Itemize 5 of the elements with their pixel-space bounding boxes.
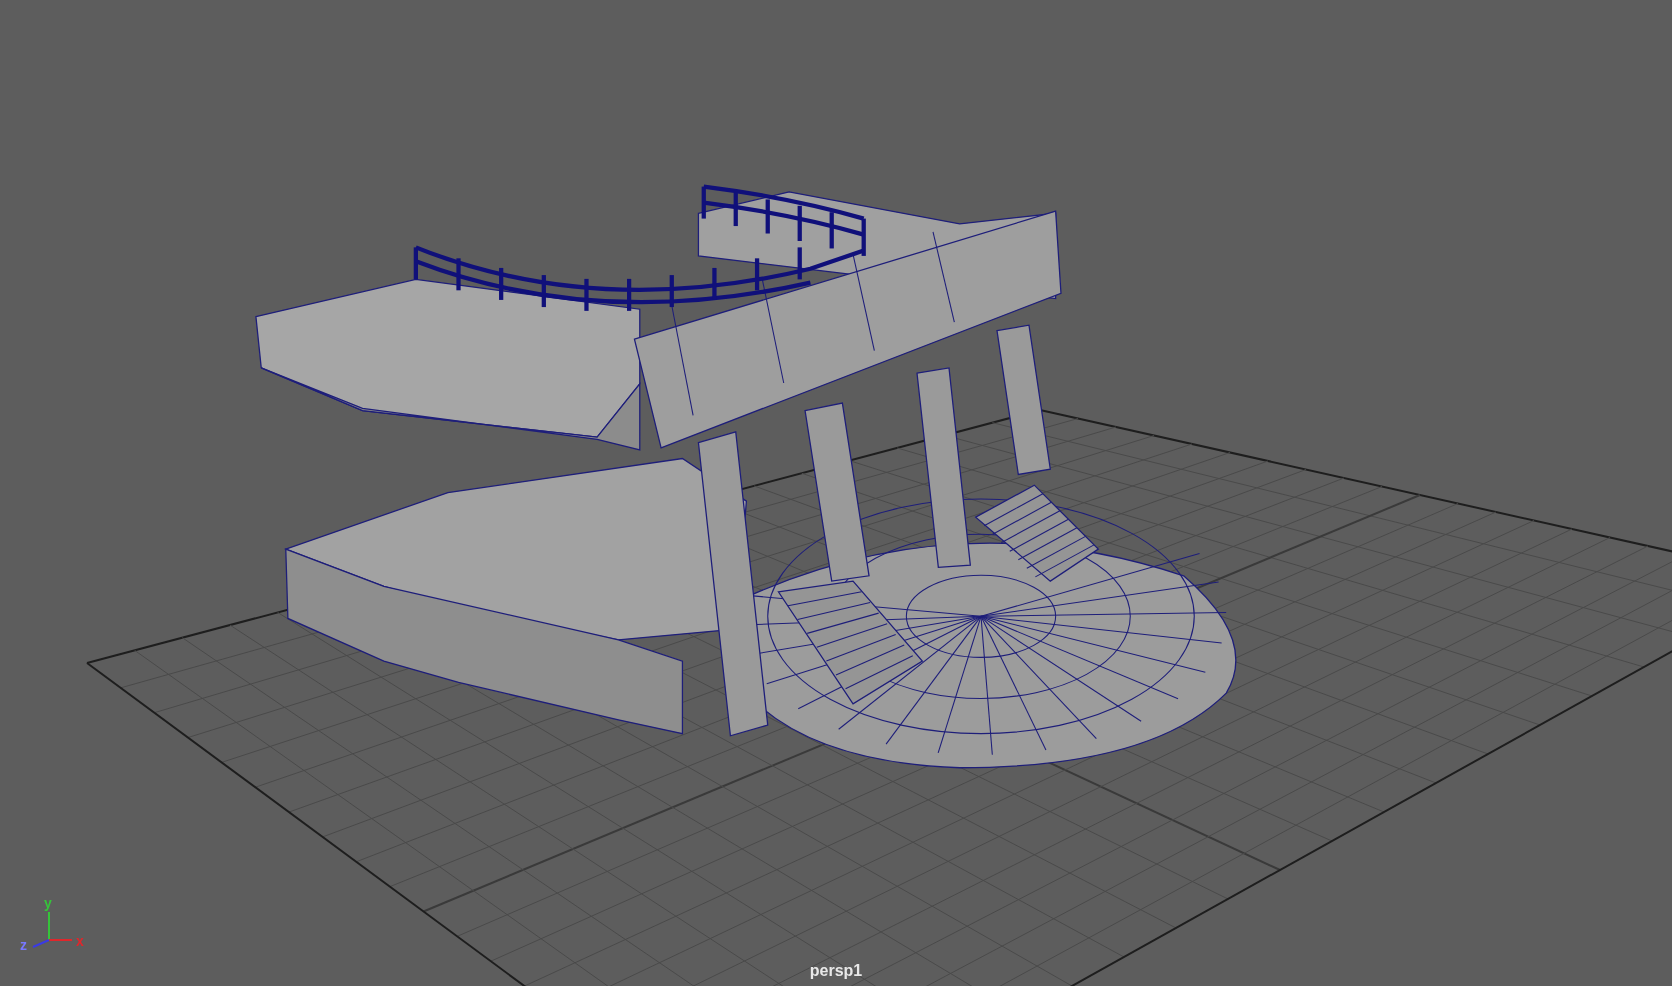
axis-label: z: [20, 937, 27, 953]
axis-icon: [32, 911, 73, 948]
axis-label: y: [44, 895, 52, 911]
camera-label: persp1: [809, 962, 863, 980]
axis-label: x: [76, 933, 84, 949]
